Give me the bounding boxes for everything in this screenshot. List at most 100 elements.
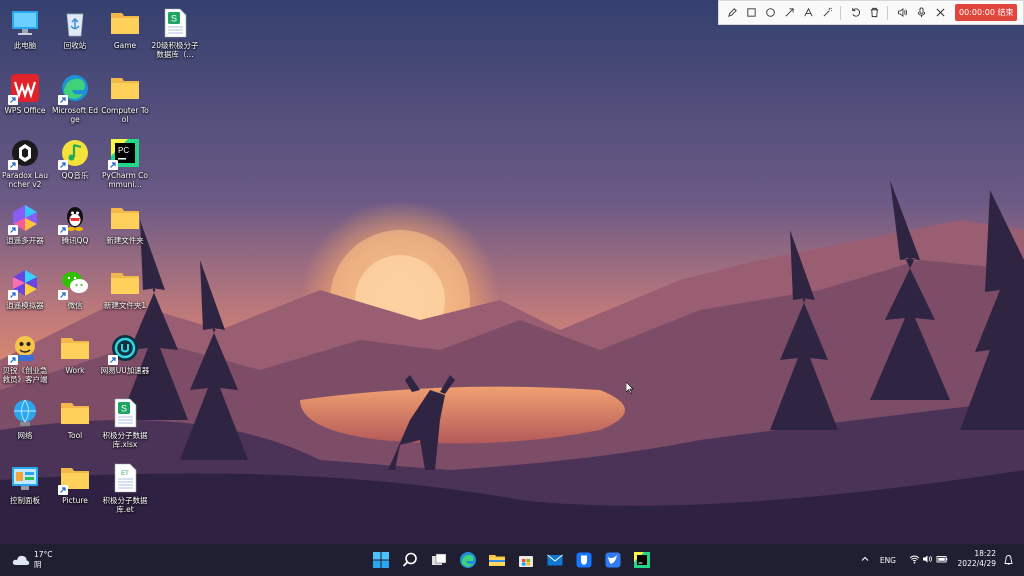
desktop-icon[interactable]: 微信 — [50, 264, 100, 326]
chevron-up-icon[interactable] — [860, 554, 870, 566]
desktop-icon[interactable]: QQ音乐 — [50, 134, 100, 196]
undo-icon[interactable] — [846, 4, 864, 22]
desktop-icon[interactable]: S 20级积极分子数据库（... — [150, 4, 200, 66]
recording-stop-button[interactable]: 00:00:00 结束 — [955, 4, 1018, 21]
speaker-icon[interactable] — [893, 4, 911, 22]
desktop-icon-label: 此电脑 — [13, 41, 37, 50]
microsoft-store-icon[interactable] — [517, 551, 535, 569]
shortcut-arrow-icon — [8, 355, 18, 365]
weather-widget[interactable]: 17°C 阴 — [12, 550, 53, 570]
spreadsheet-file-icon: S — [110, 398, 140, 428]
desktop-icon[interactable]: S 积极分子数据库.xlsx — [100, 394, 150, 456]
wifi-icon[interactable] — [909, 554, 920, 566]
desktop-icon[interactable]: 控制面板 — [0, 459, 50, 521]
edge-icon — [58, 73, 90, 105]
ellipse-icon[interactable] — [761, 4, 779, 22]
desktop-icon[interactable]: Paradox Launcher v2 — [0, 134, 50, 196]
taskbar — [0, 544, 1024, 576]
weather-condition: 阴 — [34, 560, 42, 569]
desktop-icon[interactable]: 此电脑 — [0, 4, 50, 66]
desktop-icon[interactable]: WPS Office — [0, 69, 50, 131]
desktop-icon-label: 20级积极分子数据库（... — [151, 41, 199, 59]
folder-icon — [110, 8, 140, 38]
desktop-icon-label: QQ音乐 — [61, 171, 89, 180]
magic-icon[interactable] — [818, 4, 836, 22]
app-pycharm-icon[interactable] — [633, 551, 651, 569]
screen-recorder-toolbar: 00:00:00 结束 — [718, 0, 1024, 25]
microphone-icon[interactable] — [912, 4, 930, 22]
shortcut-arrow-icon — [8, 225, 18, 235]
close-icon[interactable] — [931, 4, 949, 22]
desktop-icon[interactable]: 腾讯QQ — [50, 199, 100, 261]
shortcut-arrow-icon — [58, 290, 68, 300]
language-indicator[interactable]: ENG — [880, 556, 896, 565]
desktop-icon-label: 逍遥模拟器 — [6, 301, 44, 310]
desktop-icon[interactable]: 新建文件夹1 — [100, 264, 150, 326]
desktop-icon[interactable]: Computer Tool — [100, 69, 150, 131]
clock-date: 2022/4/29 — [957, 559, 996, 568]
wechat-icon — [58, 268, 90, 300]
desktop-icon-label: Tool — [67, 431, 83, 440]
pen-icon[interactable] — [723, 4, 741, 22]
desktop-icon-label: 腾讯QQ — [61, 236, 89, 245]
desktop-icon-label: 回收站 — [63, 41, 87, 50]
desktop-icon-label: 贝锐《创业急救员》客户端 — [2, 366, 48, 384]
spreadsheet-file-icon: S — [160, 8, 190, 38]
task-view-icon[interactable] — [430, 551, 448, 569]
desktop-icon[interactable]: 逍遥模拟器 — [0, 264, 50, 326]
desktop-icon[interactable]: 逍遥多开器 — [0, 199, 50, 261]
folder-icon — [60, 333, 90, 363]
desktop-icon-label: 网易UU加速器 — [100, 366, 150, 375]
shortcut-arrow-icon — [58, 160, 68, 170]
volume-icon[interactable] — [922, 554, 933, 566]
edge-icon[interactable] — [459, 551, 477, 569]
desktop-icon-label: Picture — [62, 496, 88, 505]
desktop-icon[interactable]: Game — [100, 4, 150, 66]
xiaoyao-multi-icon — [8, 203, 40, 235]
desktop-icon[interactable]: 网络 — [0, 394, 50, 456]
clock[interactable]: 18:22 2022/4/29 — [958, 549, 996, 569]
clock-time: 18:22 — [974, 549, 996, 558]
desktop-icon[interactable]: 新建文件夹 — [100, 199, 150, 261]
notification-icon[interactable] — [1003, 554, 1014, 567]
arrow-icon[interactable] — [780, 4, 798, 22]
desktop-icon[interactable]: 贝锐《创业急救员》客户端 — [0, 329, 50, 391]
desktop-icon[interactable]: Work — [50, 329, 100, 391]
desktop-icon[interactable]: PC PyCharm Communi... — [100, 134, 150, 196]
desktop-icon[interactable]: ET 积极分子数据库.et — [100, 459, 150, 521]
folder-icon — [60, 398, 90, 428]
desktop-icon[interactable]: Picture — [50, 459, 100, 521]
network-icon — [10, 398, 40, 428]
rectangle-icon[interactable] — [742, 4, 760, 22]
desktop-icon[interactable]: 回收站 — [50, 4, 100, 66]
windows-start-icon[interactable] — [372, 551, 390, 569]
shortcut-arrow-icon — [58, 95, 68, 105]
paradox-launcher-icon — [8, 138, 40, 170]
desktop-icon-label: 积极分子数据库.et — [102, 496, 148, 514]
app-blue-shield-icon[interactable] — [575, 551, 593, 569]
toolbar-divider — [840, 5, 841, 20]
desktop-icon[interactable]: Tool — [50, 394, 100, 456]
desktop-icon-label: Microsoft Edge — [51, 106, 98, 124]
shortcut-arrow-icon — [8, 290, 18, 300]
wps-office-icon — [8, 73, 40, 105]
shortcut-arrow-icon — [58, 485, 68, 495]
svg-text:S: S — [171, 14, 177, 24]
qq-icon — [58, 203, 90, 235]
trash-icon[interactable] — [865, 4, 883, 22]
desktop-icon[interactable]: 网易UU加速器 — [100, 329, 150, 391]
search-icon[interactable] — [401, 551, 419, 569]
battery-icon[interactable] — [936, 554, 948, 566]
game-client-icon — [8, 333, 40, 365]
desktop-icon-label: 积极分子数据库.xlsx — [102, 431, 148, 449]
text-icon[interactable] — [799, 4, 817, 22]
desktop-icon[interactable]: Microsoft Edge — [50, 69, 100, 131]
folder-icon — [110, 73, 140, 103]
app-bird-icon[interactable] — [604, 551, 622, 569]
file-explorer-icon[interactable] — [488, 551, 506, 569]
mail-icon[interactable] — [546, 551, 564, 569]
desktop-icon-label: 逍遥多开器 — [6, 236, 44, 245]
shortcut-arrow-icon — [108, 355, 118, 365]
svg-text:S: S — [121, 404, 127, 414]
qq-music-icon — [58, 138, 90, 170]
